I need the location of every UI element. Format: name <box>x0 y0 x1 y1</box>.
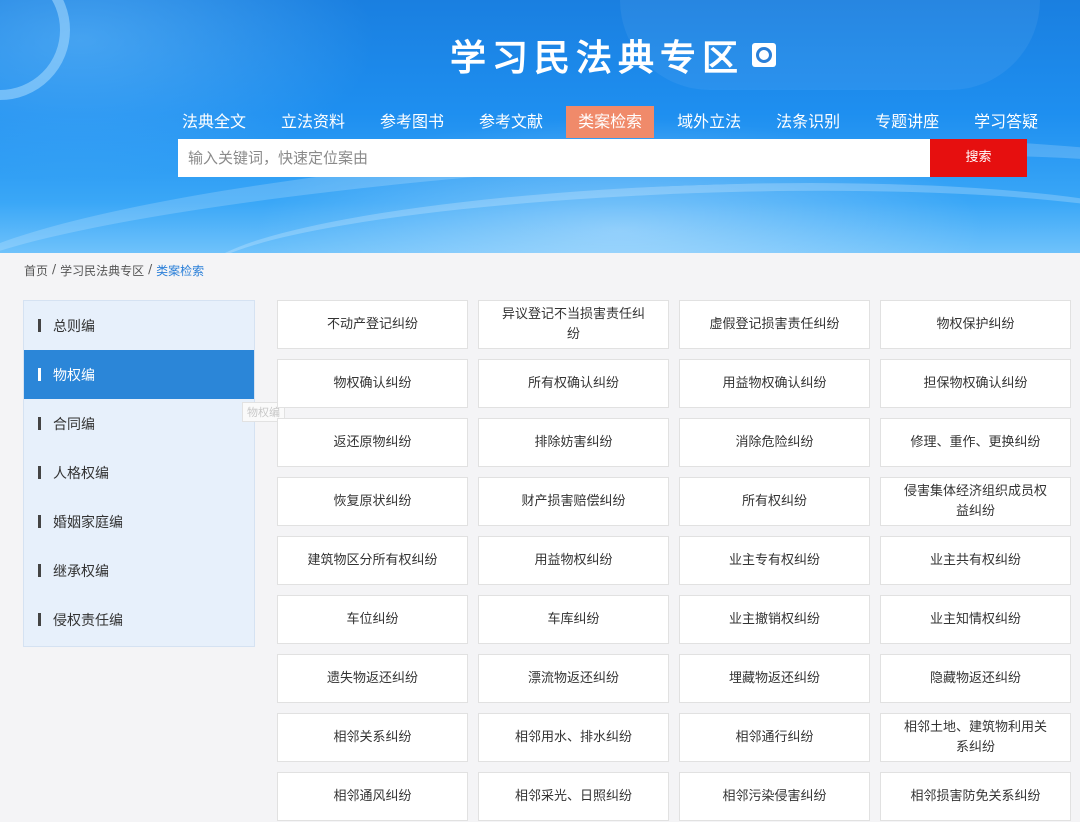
case-type-card[interactable]: 恢复原状纠纷 <box>277 477 468 526</box>
case-type-card[interactable]: 业主共有权纠纷 <box>880 536 1071 585</box>
case-type-card[interactable]: 业主撤销权纠纷 <box>679 595 870 644</box>
sidebar-item-label: 合同编 <box>53 416 95 433</box>
sidebar-marker-icon <box>38 417 41 430</box>
case-type-card[interactable]: 隐藏物返还纠纷 <box>880 654 1071 703</box>
case-type-card[interactable]: 遗失物返还纠纷 <box>277 654 468 703</box>
case-type-card[interactable]: 相邻用水、排水纠纷 <box>478 713 669 762</box>
case-type-card[interactable]: 相邻通风纠纷 <box>277 772 468 821</box>
case-type-card[interactable]: 侵害集体经济组织成员权益纠纷 <box>880 477 1071 526</box>
nav-item[interactable]: 参考文献 <box>467 106 555 138</box>
breadcrumb-link[interactable]: 首页 <box>24 262 48 279</box>
sidebar-marker-icon <box>38 466 41 479</box>
search-bar: 搜索 <box>178 139 1027 177</box>
case-type-card[interactable]: 用益物权纠纷 <box>478 536 669 585</box>
case-type-card[interactable]: 异议登记不当损害责任纠纷 <box>478 300 669 349</box>
sidebar-item[interactable]: 继承权编 <box>24 546 254 595</box>
case-type-card[interactable]: 修理、重作、更换纠纷 <box>880 418 1071 467</box>
nav-item[interactable]: 学习答疑 <box>962 106 1050 138</box>
case-type-card[interactable]: 相邻土地、建筑物利用关系纠纷 <box>880 713 1071 762</box>
case-type-card[interactable]: 业主知情权纠纷 <box>880 595 1071 644</box>
case-type-card[interactable]: 相邻通行纠纷 <box>679 713 870 762</box>
sidebar-item[interactable]: 婚姻家庭编 <box>24 497 254 546</box>
case-type-card[interactable]: 相邻采光、日照纠纷 <box>478 772 669 821</box>
case-type-card[interactable]: 返还原物纠纷 <box>277 418 468 467</box>
nav-item[interactable]: 法典全文 <box>170 106 258 138</box>
main-nav: 法典全文 立法资料 参考图书 参考文献 类案检索 域外立法 法条识别 专题讲座 学习答疑 <box>170 106 1061 138</box>
case-type-card[interactable]: 财产损害赔偿纠纷 <box>478 477 669 526</box>
sidebar-item[interactable]: 人格权编 <box>24 448 254 497</box>
sidebar-item[interactable]: 总则编 <box>24 301 254 350</box>
sidebar-marker-icon <box>38 319 41 332</box>
case-type-card[interactable]: 建筑物区分所有权纠纷 <box>277 536 468 585</box>
case-type-card[interactable]: 虚假登记损害责任纠纷 <box>679 300 870 349</box>
nav-item[interactable]: 立法资料 <box>269 106 357 138</box>
sidebar-item-label: 总则编 <box>53 318 95 335</box>
nav-item[interactable]: 域外立法 <box>665 106 753 138</box>
search-button[interactable]: 搜索 <box>930 139 1027 177</box>
case-type-card[interactable]: 相邻损害防免关系纠纷 <box>880 772 1071 821</box>
breadcrumb-link[interactable]: 学习民法典专区 <box>60 262 144 279</box>
nav-item[interactable]: 法条识别 <box>764 106 852 138</box>
case-type-card[interactable]: 排除妨害纠纷 <box>478 418 669 467</box>
case-type-card[interactable]: 漂流物返还纠纷 <box>478 654 669 703</box>
category-sidebar: 总则编物权编合同编人格权编婚姻家庭编继承权编侵权责任编 <box>23 300 255 647</box>
nav-item[interactable]: 类案检索 <box>566 106 655 138</box>
sidebar-item-label: 婚姻家庭编 <box>53 514 123 531</box>
case-type-card[interactable]: 相邻关系纠纷 <box>277 713 468 762</box>
sidebar-item[interactable]: 合同编 <box>24 399 254 448</box>
case-type-card[interactable]: 埋藏物返还纠纷 <box>679 654 870 703</box>
case-type-card[interactable]: 担保物权确认纠纷 <box>880 359 1071 408</box>
case-type-card[interactable]: 物权保护纠纷 <box>880 300 1071 349</box>
sidebar-item-label: 人格权编 <box>53 465 109 482</box>
case-type-card[interactable]: 业主专有权纠纷 <box>679 536 870 585</box>
case-type-card[interactable]: 所有权纠纷 <box>679 477 870 526</box>
breadcrumb-current: 类案检索 <box>156 264 205 278</box>
sidebar-marker-icon <box>38 613 41 626</box>
case-type-card[interactable]: 相邻污染侵害纠纷 <box>679 772 870 821</box>
case-type-card[interactable]: 消除危险纠纷 <box>679 418 870 467</box>
case-type-card[interactable]: 物权确认纠纷 <box>277 359 468 408</box>
sidebar-item[interactable]: 物权编 <box>24 350 254 399</box>
sidebar-item-label: 继承权编 <box>53 563 109 580</box>
site-title-text: 学习民法典专区 <box>450 38 745 79</box>
sidebar-item[interactable]: 侵权责任编 <box>24 595 254 644</box>
breadcrumb-separator: / <box>52 262 57 276</box>
breadcrumb-separator: / <box>148 262 153 276</box>
case-type-card[interactable]: 用益物权确认纠纷 <box>679 359 870 408</box>
sidebar-marker-icon <box>38 515 41 528</box>
case-type-card[interactable]: 车库纠纷 <box>478 595 669 644</box>
sidebar-marker-icon <box>38 368 41 381</box>
case-type-grid: 不动产登记纠纷 异议登记不当损害责任纠纷 虚假登记损害责任纠纷 物权保护纠纷物权确认纠… <box>277 300 1071 821</box>
breadcrumb: 首页 / 学习民法典专区 / 类案检索 <box>24 262 204 279</box>
national-emblem-icon <box>752 43 777 67</box>
nav-item[interactable]: 专题讲座 <box>863 106 951 138</box>
sidebar-item-label: 侵权责任编 <box>53 612 123 629</box>
search-input[interactable] <box>178 139 930 177</box>
header-banner: 学习民法典专区 法典全文 立法资料 参考图书 参考文献 类案检索 域外立法 法条识别 专题讲座… <box>0 0 1080 253</box>
nav-item[interactable]: 参考图书 <box>368 106 456 138</box>
sidebar-marker-icon <box>38 564 41 577</box>
banner-decoration <box>0 0 70 100</box>
case-type-card[interactable]: 所有权确认纠纷 <box>478 359 669 408</box>
case-type-card[interactable]: 车位纠纷 <box>277 595 468 644</box>
site-title: 学习民法典专区 <box>450 32 777 79</box>
case-type-card[interactable]: 不动产登记纠纷 <box>277 300 468 349</box>
sidebar-item-label: 物权编 <box>53 367 95 384</box>
